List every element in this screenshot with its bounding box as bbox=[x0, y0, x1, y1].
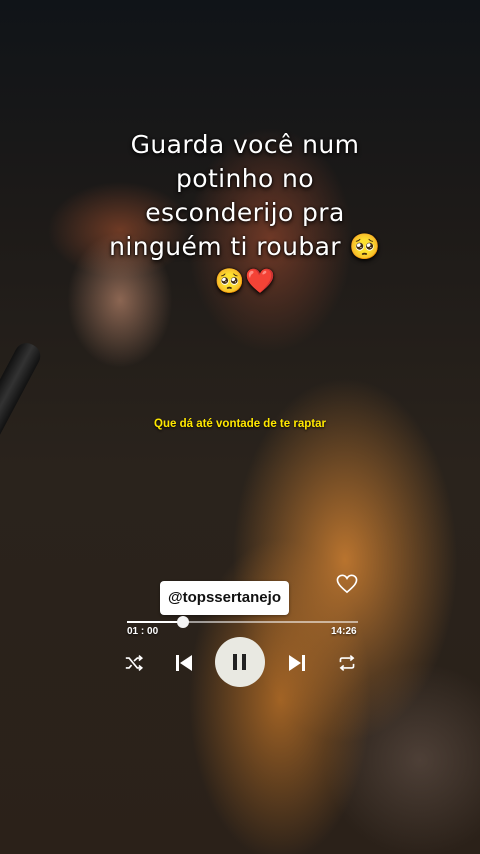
skip-next-icon[interactable] bbox=[287, 653, 307, 673]
account-handle[interactable]: @topssertanejo bbox=[160, 581, 289, 615]
lyric-overlay: Guarda você num potinho no esconderijo p… bbox=[80, 128, 410, 298]
elapsed-time: 01 : 00 bbox=[127, 626, 159, 637]
lyric-emoji-line: 🥺❤️ bbox=[214, 267, 276, 295]
progress-fill bbox=[127, 621, 184, 623]
lyric-line: ninguém ti roubar 🥺 bbox=[109, 232, 381, 261]
lyric-line: esconderijo pra bbox=[145, 198, 345, 227]
pause-icon bbox=[242, 654, 246, 670]
heart-outline-icon[interactable] bbox=[336, 574, 358, 594]
progress-slider[interactable] bbox=[127, 616, 358, 628]
lyric-line: potinho no bbox=[176, 164, 314, 193]
pause-button[interactable] bbox=[215, 637, 265, 687]
skip-previous-icon[interactable] bbox=[174, 653, 194, 673]
shuffle-icon[interactable] bbox=[124, 654, 144, 672]
total-time: 14:26 bbox=[331, 626, 357, 637]
lyric-line: Guarda você num bbox=[130, 130, 360, 159]
video-subtitle: Que dá até vontade de te raptar bbox=[154, 418, 326, 430]
repeat-icon[interactable] bbox=[337, 654, 357, 672]
pause-icon bbox=[233, 654, 237, 670]
